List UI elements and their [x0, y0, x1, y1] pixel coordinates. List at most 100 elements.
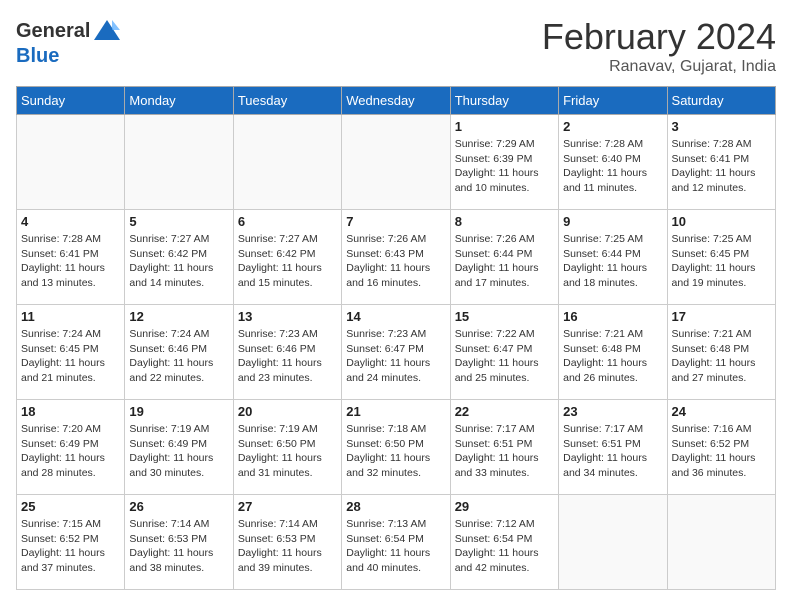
- day-info: Sunrise: 7:29 AM Sunset: 6:39 PM Dayligh…: [455, 137, 554, 196]
- day-cell: [233, 115, 341, 210]
- day-number: 7: [346, 214, 445, 229]
- day-info: Sunrise: 7:13 AM Sunset: 6:54 PM Dayligh…: [346, 517, 445, 576]
- day-info: Sunrise: 7:23 AM Sunset: 6:47 PM Dayligh…: [346, 327, 445, 386]
- day-number: 6: [238, 214, 337, 229]
- logo-blue: Blue: [16, 46, 122, 66]
- calendar-body: 1 Sunrise: 7:29 AM Sunset: 6:39 PM Daylig…: [17, 115, 776, 590]
- day-info: Sunrise: 7:26 AM Sunset: 6:43 PM Dayligh…: [346, 232, 445, 291]
- calendar-header-row: SundayMondayTuesdayWednesdayThursdayFrid…: [17, 87, 776, 115]
- day-cell: 5 Sunrise: 7:27 AM Sunset: 6:42 PM Daylig…: [125, 210, 233, 305]
- day-info: Sunrise: 7:25 AM Sunset: 6:45 PM Dayligh…: [672, 232, 771, 291]
- week-row-2: 4Sunrise: 7:28 AM Sunset: 6:41 PM Daylig…: [17, 210, 776, 305]
- day-cell: 17 Sunrise: 7:21 AM Sunset: 6:48 PM Dayli…: [667, 305, 775, 400]
- day-info: Sunrise: 7:19 AM Sunset: 6:50 PM Dayligh…: [238, 422, 337, 481]
- column-header-sunday: Sunday: [17, 87, 125, 115]
- column-header-thursday: Thursday: [450, 87, 558, 115]
- day-cell: 12 Sunrise: 7:24 AM Sunset: 6:46 PM Dayli…: [125, 305, 233, 400]
- column-header-friday: Friday: [559, 87, 667, 115]
- day-number: 22: [455, 404, 554, 419]
- day-number: 24: [672, 404, 771, 419]
- day-number: 29: [455, 499, 554, 514]
- day-info: Sunrise: 7:24 AM Sunset: 6:45 PM Dayligh…: [21, 327, 120, 386]
- day-cell: 1 Sunrise: 7:29 AM Sunset: 6:39 PM Daylig…: [450, 115, 558, 210]
- day-info: Sunrise: 7:21 AM Sunset: 6:48 PM Dayligh…: [563, 327, 662, 386]
- day-number: 21: [346, 404, 445, 419]
- day-cell: 29Sunrise: 7:12 AM Sunset: 6:54 PM Dayli…: [450, 495, 558, 590]
- day-cell: 13 Sunrise: 7:23 AM Sunset: 6:46 PM Dayli…: [233, 305, 341, 400]
- day-info: Sunrise: 7:23 AM Sunset: 6:46 PM Dayligh…: [238, 327, 337, 386]
- day-info: Sunrise: 7:14 AM Sunset: 6:53 PM Dayligh…: [238, 517, 337, 576]
- day-number: 20: [238, 404, 337, 419]
- day-cell: 22 Sunrise: 7:17 AM Sunset: 6:51 PM Dayli…: [450, 400, 558, 495]
- day-info: Sunrise: 7:18 AM Sunset: 6:50 PM Dayligh…: [346, 422, 445, 481]
- day-cell: 8Sunrise: 7:26 AM Sunset: 6:44 PM Daylig…: [450, 210, 558, 305]
- day-info: Sunrise: 7:27 AM Sunset: 6:42 PM Dayligh…: [129, 232, 228, 291]
- day-number: 11: [21, 309, 120, 324]
- day-number: 27: [238, 499, 337, 514]
- day-number: 16: [563, 309, 662, 324]
- day-info: Sunrise: 7:22 AM Sunset: 6:47 PM Dayligh…: [455, 327, 554, 386]
- day-cell: 2Sunrise: 7:28 AM Sunset: 6:40 PM Daylig…: [559, 115, 667, 210]
- day-number: 10: [672, 214, 771, 229]
- day-cell: 3Sunrise: 7:28 AM Sunset: 6:41 PM Daylig…: [667, 115, 775, 210]
- day-cell: 21 Sunrise: 7:18 AM Sunset: 6:50 PM Dayli…: [342, 400, 450, 495]
- day-number: 5: [129, 214, 228, 229]
- column-header-monday: Monday: [125, 87, 233, 115]
- day-cell: 14 Sunrise: 7:23 AM Sunset: 6:47 PM Dayli…: [342, 305, 450, 400]
- column-header-tuesday: Tuesday: [233, 87, 341, 115]
- day-cell: 15 Sunrise: 7:22 AM Sunset: 6:47 PM Dayli…: [450, 305, 558, 400]
- title-block: February 2024 Ranavav, Gujarat, India: [542, 16, 776, 76]
- day-cell: 11 Sunrise: 7:24 AM Sunset: 6:45 PM Dayli…: [17, 305, 125, 400]
- day-info: Sunrise: 7:16 AM Sunset: 6:52 PM Dayligh…: [672, 422, 771, 481]
- day-info: Sunrise: 7:24 AM Sunset: 6:46 PM Dayligh…: [129, 327, 228, 386]
- day-info: Sunrise: 7:26 AM Sunset: 6:44 PM Dayligh…: [455, 232, 554, 291]
- day-number: 13: [238, 309, 337, 324]
- day-cell: [559, 495, 667, 590]
- day-cell: 25 Sunrise: 7:15 AM Sunset: 6:52 PM Dayli…: [17, 495, 125, 590]
- day-number: 14: [346, 309, 445, 324]
- day-cell: 7 Sunrise: 7:26 AM Sunset: 6:43 PM Daylig…: [342, 210, 450, 305]
- day-info: Sunrise: 7:17 AM Sunset: 6:51 PM Dayligh…: [455, 422, 554, 481]
- day-cell: 16 Sunrise: 7:21 AM Sunset: 6:48 PM Dayli…: [559, 305, 667, 400]
- day-info: Sunrise: 7:28 AM Sunset: 6:41 PM Dayligh…: [21, 232, 120, 291]
- day-number: 28: [346, 499, 445, 514]
- day-cell: 24 Sunrise: 7:16 AM Sunset: 6:52 PM Dayli…: [667, 400, 775, 495]
- week-row-5: 25 Sunrise: 7:15 AM Sunset: 6:52 PM Dayli…: [17, 495, 776, 590]
- day-info: Sunrise: 7:27 AM Sunset: 6:42 PM Dayligh…: [238, 232, 337, 291]
- day-number: 19: [129, 404, 228, 419]
- day-cell: 26 Sunrise: 7:14 AM Sunset: 6:53 PM Dayli…: [125, 495, 233, 590]
- week-row-4: 18Sunrise: 7:20 AM Sunset: 6:49 PM Dayli…: [17, 400, 776, 495]
- day-cell: 4Sunrise: 7:28 AM Sunset: 6:41 PM Daylig…: [17, 210, 125, 305]
- week-row-1: 1 Sunrise: 7:29 AM Sunset: 6:39 PM Daylig…: [17, 115, 776, 210]
- day-cell: 6 Sunrise: 7:27 AM Sunset: 6:42 PM Daylig…: [233, 210, 341, 305]
- day-cell: 10 Sunrise: 7:25 AM Sunset: 6:45 PM Dayli…: [667, 210, 775, 305]
- day-cell: 18Sunrise: 7:20 AM Sunset: 6:49 PM Dayli…: [17, 400, 125, 495]
- day-cell: 9 Sunrise: 7:25 AM Sunset: 6:44 PM Daylig…: [559, 210, 667, 305]
- day-cell: 27 Sunrise: 7:14 AM Sunset: 6:53 PM Dayli…: [233, 495, 341, 590]
- calendar-subtitle: Ranavav, Gujarat, India: [542, 58, 776, 76]
- day-cell: 19Sunrise: 7:19 AM Sunset: 6:49 PM Dayli…: [125, 400, 233, 495]
- day-number: 26: [129, 499, 228, 514]
- day-number: 23: [563, 404, 662, 419]
- logo-icon: [92, 16, 122, 46]
- day-cell: [667, 495, 775, 590]
- day-cell: [125, 115, 233, 210]
- day-number: 12: [129, 309, 228, 324]
- day-cell: [342, 115, 450, 210]
- logo-general: General: [16, 21, 90, 41]
- day-info: Sunrise: 7:25 AM Sunset: 6:44 PM Dayligh…: [563, 232, 662, 291]
- day-info: Sunrise: 7:21 AM Sunset: 6:48 PM Dayligh…: [672, 327, 771, 386]
- day-number: 25: [21, 499, 120, 514]
- day-number: 9: [563, 214, 662, 229]
- day-number: 15: [455, 309, 554, 324]
- logo: General Blue: [16, 16, 122, 66]
- day-info: Sunrise: 7:14 AM Sunset: 6:53 PM Dayligh…: [129, 517, 228, 576]
- day-info: Sunrise: 7:28 AM Sunset: 6:40 PM Dayligh…: [563, 137, 662, 196]
- page-header: General Blue February 2024 Ranavav, Guja…: [16, 16, 776, 76]
- day-info: Sunrise: 7:20 AM Sunset: 6:49 PM Dayligh…: [21, 422, 120, 481]
- day-info: Sunrise: 7:15 AM Sunset: 6:52 PM Dayligh…: [21, 517, 120, 576]
- day-number: 1: [455, 119, 554, 134]
- day-number: 17: [672, 309, 771, 324]
- day-info: Sunrise: 7:17 AM Sunset: 6:51 PM Dayligh…: [563, 422, 662, 481]
- day-cell: 20 Sunrise: 7:19 AM Sunset: 6:50 PM Dayli…: [233, 400, 341, 495]
